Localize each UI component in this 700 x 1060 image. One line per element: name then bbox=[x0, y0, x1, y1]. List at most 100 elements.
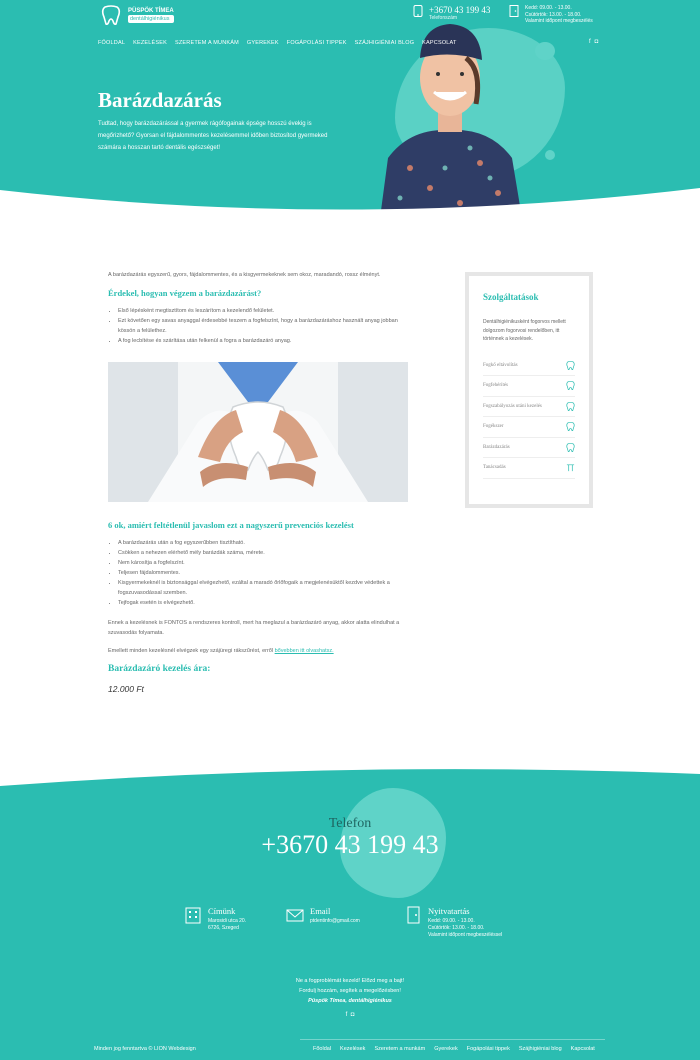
tooth-icon bbox=[566, 422, 575, 432]
nav-item-szajhigieniai-blog[interactable]: SZÁJHIGIÉNIAI BLOG bbox=[355, 40, 415, 46]
nav-item-fogapolasi-tippek[interactable]: FOGÁPOLÁSI TIPPEK bbox=[287, 40, 347, 46]
reasons-list: A barázdazárás után a fog egyszerűbben t… bbox=[118, 538, 408, 608]
footer-nav-gyerekek[interactable]: Gyerekek bbox=[434, 1046, 458, 1052]
list-item: Kisgyermekeknél is biztonsággal elvégezh… bbox=[118, 578, 408, 598]
nav-item-szeretem-a-munkam[interactable]: SZERETEM A MUNKÁM bbox=[175, 40, 239, 46]
article-note-with-link: Emellett minden kezelésnél elvégzek egy … bbox=[108, 646, 408, 656]
list-item: Tejfogak esetén is elvégezhető. bbox=[118, 598, 408, 608]
facebook-icon[interactable]: f bbox=[589, 39, 591, 45]
footer-address-line: Marosidi utca 20. bbox=[208, 918, 247, 924]
list-item: A barázdazárás után a fog egyszerűbben t… bbox=[118, 538, 408, 548]
footer-cta: Ne a fogproblémát kezeld! Előzd meg a ba… bbox=[0, 976, 700, 1006]
page-title: Barázdazárás bbox=[98, 88, 222, 112]
hero-section: PÜSPÖK TÍMEA dentálhigiénikus +3670 43 1… bbox=[0, 0, 700, 216]
sidebar-item-fogszabalyozas[interactable]: Fogszabályozás utáni kezelés bbox=[483, 397, 575, 417]
sidebar-item-label: Tanácsadás bbox=[483, 465, 506, 471]
list-item: Csökken a nehezen elérhető mély barázdák… bbox=[118, 548, 408, 558]
footer-cta-line: Fordulj hozzám, segítek a megelőzésben! bbox=[299, 988, 401, 994]
services-sidebar: Szolgáltatások Dentálhigiénikusként fogo… bbox=[465, 272, 593, 508]
tooth-icon bbox=[566, 401, 575, 411]
header-phone[interactable]: +3670 43 199 43 Telefonszám bbox=[413, 5, 490, 21]
door-icon bbox=[407, 906, 420, 924]
hero-wave-divider bbox=[0, 188, 700, 216]
envelope-icon bbox=[286, 909, 304, 922]
site-logo[interactable]: PÜSPÖK TÍMEA dentálhigiénikus bbox=[100, 4, 174, 26]
list-item: Ezt követően egy savas anyaggal érdesebb… bbox=[118, 316, 408, 336]
process-list: Első lépésként megtisztítom és leszáríto… bbox=[118, 306, 408, 346]
article-heading-process: Érdekel, hogyan végzem a barázdazárást? bbox=[108, 288, 262, 298]
sidebar-item-fogko-eltavolitas[interactable]: Fogkő eltávolítás bbox=[483, 356, 575, 376]
footer-nav-fogapolasi-tippek[interactable]: Fogápolási tippek bbox=[467, 1046, 510, 1052]
phone-icon bbox=[413, 5, 423, 17]
article-content: A barázdazárás egyszerű, gyors, fájdalom… bbox=[108, 270, 408, 694]
article-intro: A barázdazárás egyszerű, gyors, fájdalom… bbox=[108, 272, 381, 278]
footer-nav-szeretem-a-munkam[interactable]: Szeretem a munkám bbox=[374, 1046, 425, 1052]
footer-email-address[interactable]: ptdentinfo@gmail.com bbox=[310, 918, 360, 925]
footer-nav-szajhigieniai-blog[interactable]: Szájhigiéniai blog bbox=[519, 1046, 562, 1052]
list-item: Nem károsítja a fogfelszínt. bbox=[118, 558, 408, 568]
list-item: A fog lecbítése és szárítása után felken… bbox=[118, 336, 408, 346]
sidebar-item-label: Fogékszer bbox=[483, 424, 504, 430]
header-hours-line: Valamint időpont megbeszélés bbox=[525, 18, 593, 24]
footer-address-line: 6726, Szeged bbox=[208, 925, 239, 931]
logo-name: PÜSPÖK TÍMEA bbox=[128, 8, 174, 14]
building-icon bbox=[185, 907, 201, 924]
nav-item-fooldal[interactable]: FŐOLDAL bbox=[98, 40, 125, 46]
instagram-icon[interactable]: ◘ bbox=[595, 39, 599, 45]
site-footer: Telefon +3670 43 199 43 Címünk Marosidi … bbox=[0, 768, 700, 1060]
footer-address-title: Címünk bbox=[208, 906, 236, 916]
tooth-logo-icon bbox=[101, 5, 121, 25]
footer-nav-kapcsolat[interactable]: Kapcsolat bbox=[571, 1046, 595, 1052]
header-phone-label: Telefonszám bbox=[429, 15, 458, 21]
instagram-icon[interactable]: ◘ bbox=[351, 1012, 355, 1018]
footer-social: f ◘ bbox=[0, 1012, 700, 1018]
article-heading-reasons: 6 ok, amiért feltétlenül javaslom ezt a … bbox=[108, 520, 354, 530]
tooth-icon bbox=[566, 360, 575, 370]
footer-nav-kezelesek[interactable]: Kezelések bbox=[340, 1046, 365, 1052]
footer-hours-title: Nyitvatartás bbox=[428, 906, 470, 916]
nav-item-gyerekek[interactable]: GYEREKEK bbox=[247, 40, 279, 46]
price-value: 12.000 Ft bbox=[108, 684, 144, 694]
footer-hours-line: Kedd: 09.00. - 13.00. bbox=[428, 918, 475, 924]
nav-item-kapcsolat[interactable]: KAPCSOLAT bbox=[422, 40, 456, 46]
header-hours: Kedd: 09.00. - 13.00. Csütörtök: 13.00. … bbox=[509, 5, 593, 25]
sidebar-title: Szolgáltatások bbox=[483, 292, 539, 302]
sidebar-intro: Dentálhigiénikusként fogorvos mellett do… bbox=[483, 319, 566, 342]
footer-phone-number[interactable]: +3670 43 199 43 bbox=[0, 830, 700, 860]
tooth-icon bbox=[566, 381, 575, 391]
hero-blob-dot bbox=[545, 150, 555, 160]
header-phone-number[interactable]: +3670 43 199 43 bbox=[429, 5, 490, 15]
footer-nav: Főoldal Kezelések Szeretem a munkám Gyer… bbox=[313, 1046, 595, 1052]
sidebar-item-label: Fogfehérítés bbox=[483, 383, 508, 389]
footer-copyright: Minden jog fenntartva © LION Webdesign bbox=[94, 1046, 196, 1052]
nav-item-kezelesek[interactable]: KEZELÉSEK bbox=[133, 40, 167, 46]
facebook-icon[interactable]: f bbox=[346, 1012, 348, 1018]
footer-nav-fooldal[interactable]: Főoldal bbox=[313, 1046, 331, 1052]
read-more-link[interactable]: bővebben itt olvashatsz. bbox=[275, 648, 334, 654]
article-note: Ennek a kezelésnek is FONTOS a rendszere… bbox=[108, 620, 400, 636]
article-note-text: Emellett minden kezelésnél elvégzek egy … bbox=[108, 648, 275, 654]
hero-blob-dot bbox=[535, 42, 555, 60]
footer-hours-line: Valamint időpont megbeszéléssel bbox=[428, 932, 503, 938]
footer-email-title: Email bbox=[310, 906, 331, 916]
sidebar-item-label: Barázdazárás bbox=[483, 444, 510, 450]
footer-email: Email ptdentinfo@gmail.com bbox=[286, 906, 360, 925]
toothbrush-icon bbox=[566, 464, 575, 472]
sidebar-item-fogekszer[interactable]: Fogékszer bbox=[483, 417, 575, 438]
list-item: Első lépésként megtisztítom és leszáríto… bbox=[118, 306, 408, 316]
sidebar-item-label: Fogkő eltávolítás bbox=[483, 362, 518, 368]
footer-hours: Nyitvatartás Kedd: 09.00. - 13.00. Csütö… bbox=[404, 906, 502, 939]
price-heading: Barázdazáró kezelés ára: bbox=[108, 664, 211, 674]
footer-hours-line: Csütörtök: 13.00. - 18.00. bbox=[428, 925, 485, 931]
header-social: f ◘ bbox=[589, 39, 598, 45]
list-item: Teljesen fájdalommentes. bbox=[118, 568, 408, 578]
sidebar-item-tanacsadas[interactable]: Tanácsadás bbox=[483, 458, 575, 479]
footer-address: Címünk Marosidi utca 20. 6726, Szeged bbox=[184, 906, 246, 932]
footer-cta-line: Ne a fogproblémát kezeld! Előzd meg a ba… bbox=[295, 978, 405, 984]
sidebar-item-fogfeherites[interactable]: Fogfehérítés bbox=[483, 376, 575, 397]
sidebar-item-barazdazaras[interactable]: Barázdazárás bbox=[483, 438, 575, 458]
footer-wave-divider bbox=[0, 768, 700, 786]
tooth-model-photo bbox=[108, 362, 408, 502]
hero-description: Tudtad, hogy barázdazárással a gyermek r… bbox=[98, 121, 328, 151]
logo-subtitle: dentálhigiénikus bbox=[128, 15, 174, 23]
